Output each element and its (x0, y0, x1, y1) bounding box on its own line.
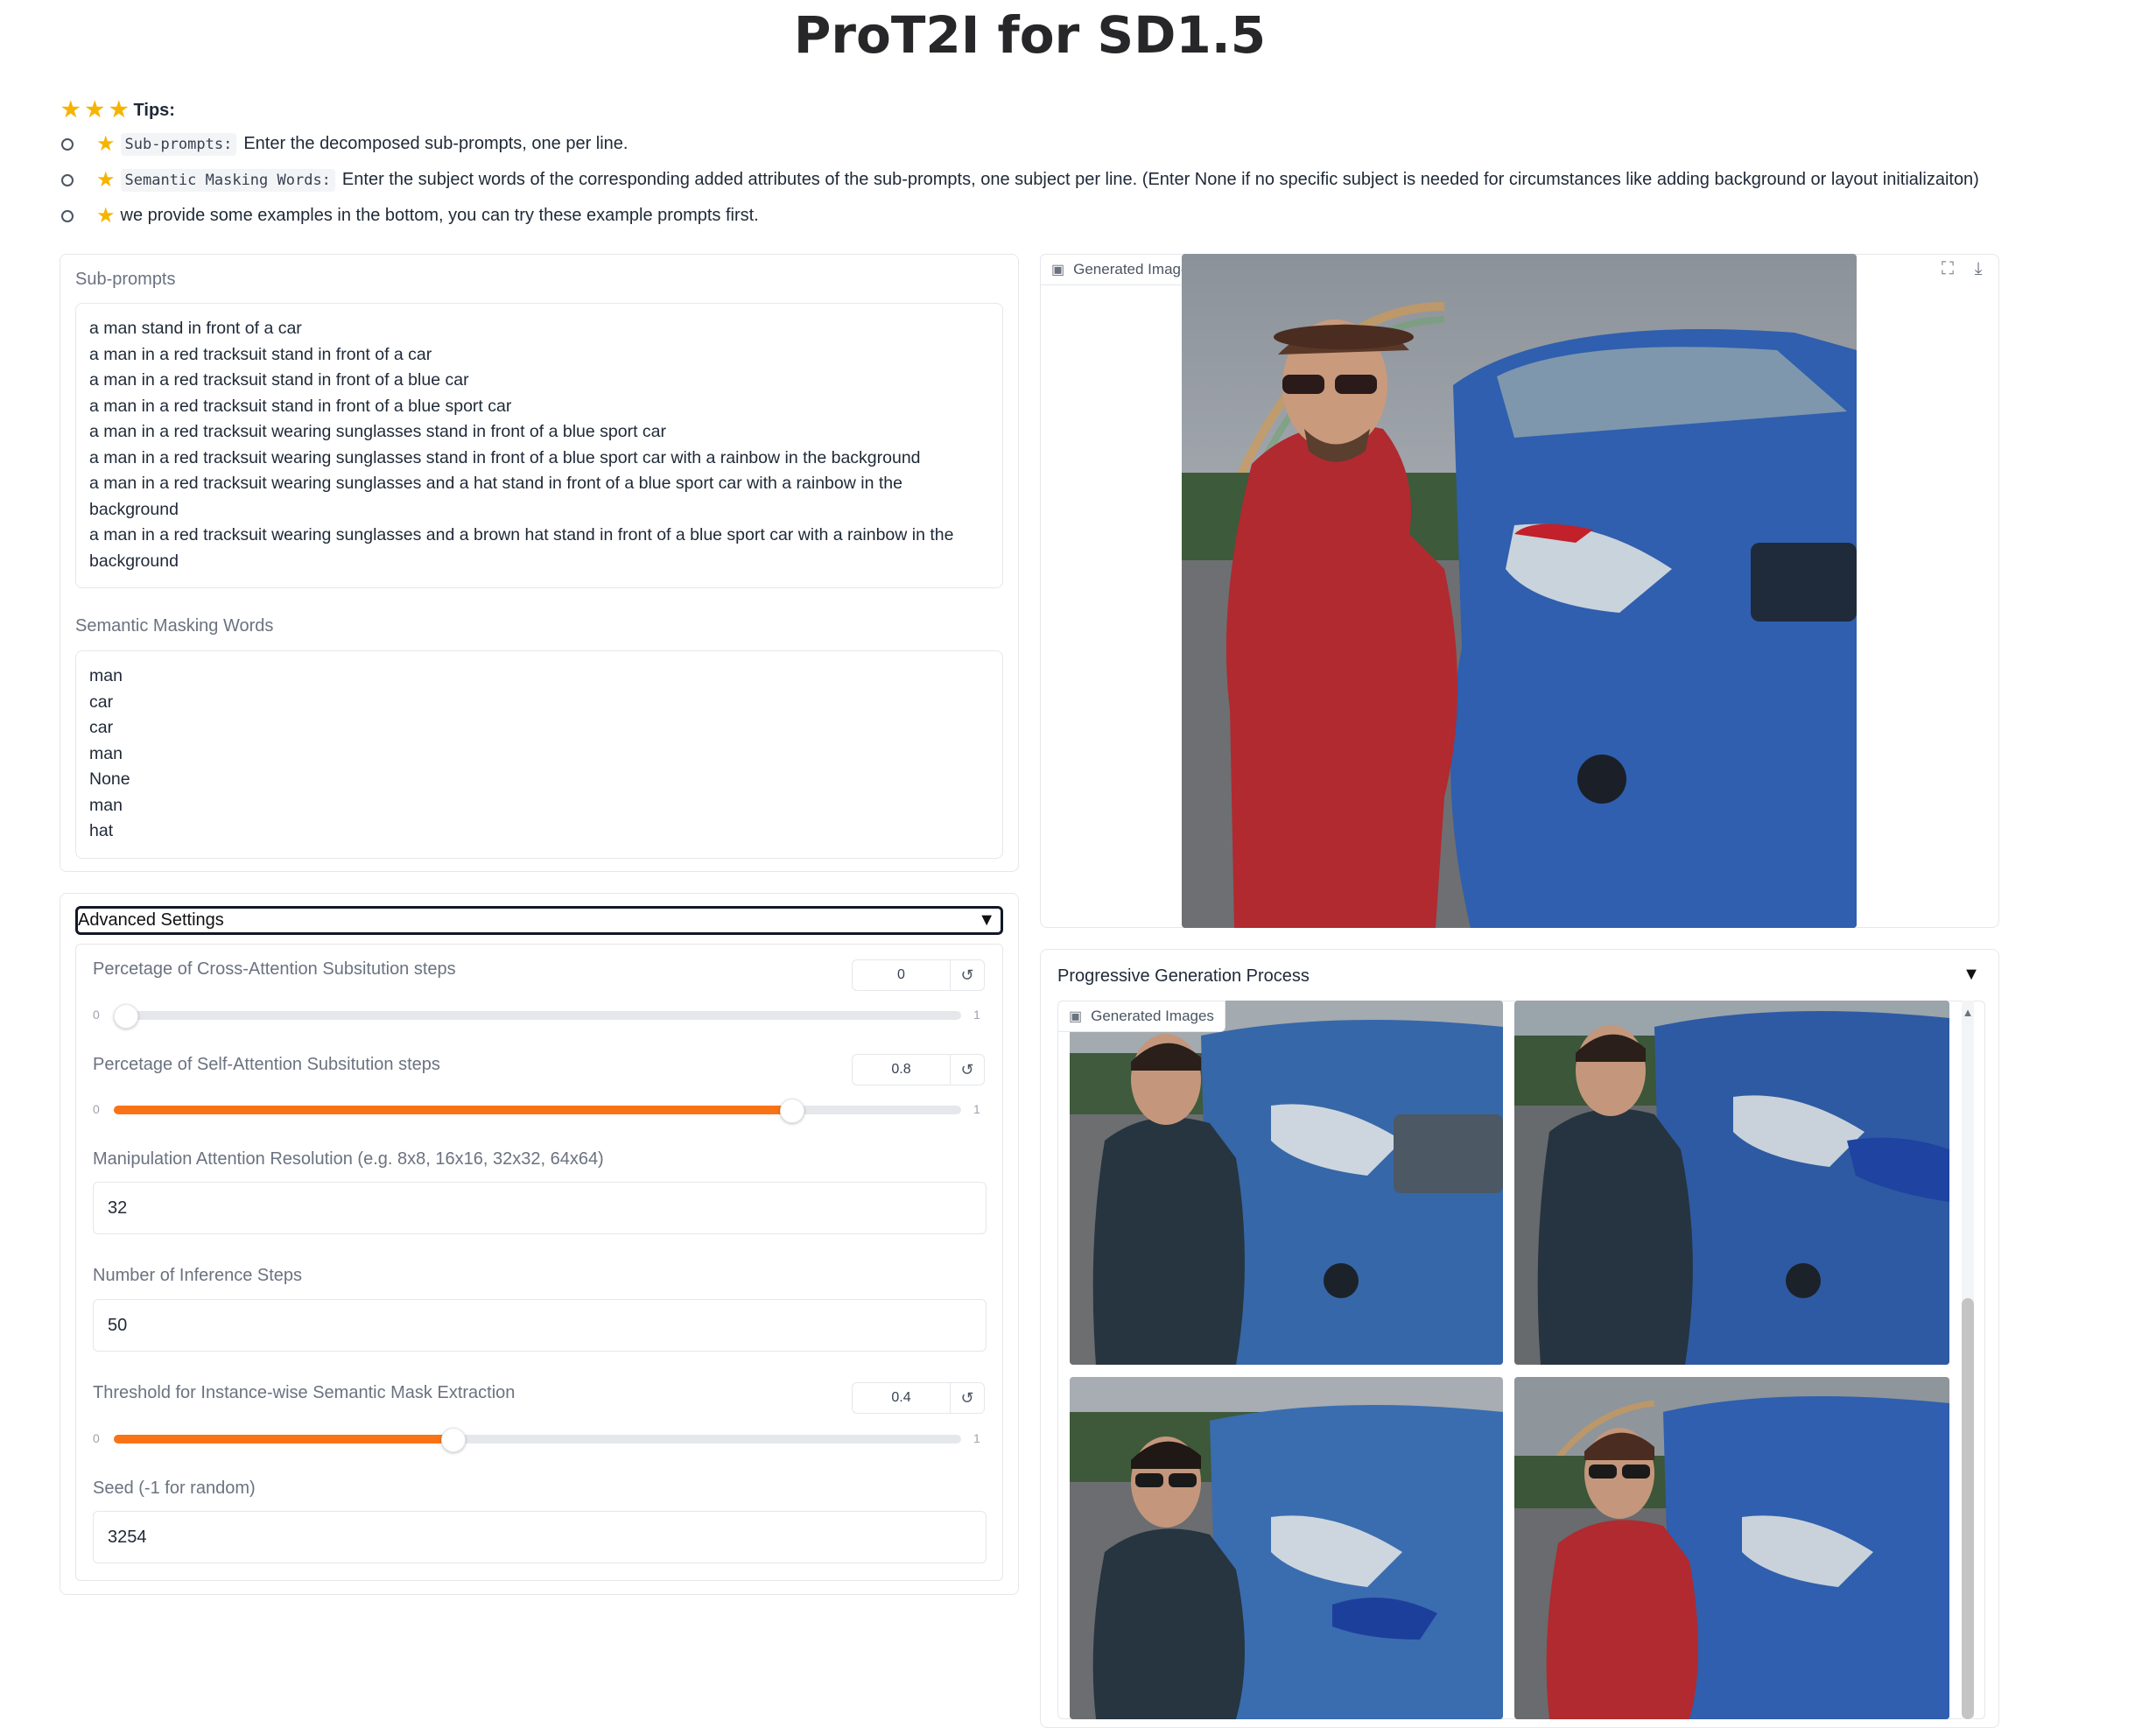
page-title: ProT2I for SD1.5 (793, 5, 1267, 65)
gallery-thumbnail[interactable] (1070, 1377, 1503, 1719)
slider-max: 1 (973, 1431, 980, 1445)
slider-fill (114, 1435, 453, 1444)
slider-thumb[interactable] (441, 1428, 467, 1452)
generated-image (1182, 254, 1857, 928)
inference-steps-input[interactable]: 50 (93, 1299, 987, 1352)
gallery-scrollbar[interactable]: ▲ (1962, 1001, 1974, 1719)
seed-input[interactable]: 3254 (93, 1511, 987, 1563)
tips-list: ★ Sub-prompts: Enter the decomposed sub-… (61, 126, 2075, 234)
slider-min: 0 (93, 1102, 100, 1116)
bullet-icon (61, 137, 74, 151)
tip-item: ★ we provide some examples in the bottom… (61, 198, 2075, 234)
generated-image-badge: ▣ Generated Image (1040, 254, 1201, 285)
threshold-value[interactable]: 0.4 (853, 1383, 951, 1413)
tip-text: Enter the decomposed sub-prompts, one pe… (243, 134, 629, 153)
tips-heading-text: Tips: (133, 100, 175, 120)
cross-attention-slider[interactable] (114, 1004, 961, 1029)
gallery-thumbnail[interactable] (1070, 1001, 1503, 1365)
gallery-badge: ▣ Generated Images (1057, 1001, 1225, 1032)
tip-text: we provide some examples in the bottom, … (120, 206, 759, 225)
subprompts-textarea[interactable]: a man stand in front of a car a man in a… (75, 303, 1003, 588)
star-icon: ★ (96, 131, 116, 156)
slider-min: 0 (93, 1431, 100, 1445)
cross-attention-value[interactable]: 0 (853, 960, 951, 990)
tip-text: Enter the subject words of the correspon… (341, 170, 1979, 189)
gallery-thumbnail[interactable] (1514, 1377, 1949, 1719)
progressive-label: Progressive Generation Process (1057, 966, 1310, 986)
bullet-icon (61, 209, 74, 222)
tip-item: ★ Sub-prompts: Enter the decomposed sub-… (61, 126, 2075, 162)
masking-words-textarea[interactable]: man car car man None man hat (75, 650, 1003, 859)
self-attention-value[interactable]: 0.8 (853, 1055, 951, 1085)
masking-words-label: Semantic Masking Words (75, 616, 274, 636)
bullet-icon (61, 173, 74, 186)
threshold-slider[interactable] (114, 1428, 961, 1452)
scroll-thumb[interactable] (1962, 1298, 1974, 1719)
subprompts-label: Sub-prompts (75, 270, 176, 289)
star-icon: ★ (109, 98, 129, 122)
slider-min: 0 (93, 1008, 100, 1022)
fullscreen-icon[interactable]: ⛶ (1935, 256, 1961, 282)
star-icon: ★ (61, 98, 81, 122)
self-attention-number[interactable]: 0.8 ↺ (852, 1054, 985, 1085)
cross-attention-label: Percetage of Cross-Attention Subsitution… (93, 959, 456, 979)
generated-image-label: Generated Image (1073, 261, 1190, 277)
tip-code: Sub-prompts: (120, 132, 237, 156)
image-icon: ▣ (1051, 263, 1065, 277)
resolution-input[interactable]: 32 (93, 1182, 987, 1234)
cross-attention-number[interactable]: 0 ↺ (852, 959, 985, 991)
reset-icon[interactable]: ↺ (951, 960, 984, 990)
image-icon: ▣ (1069, 1009, 1083, 1024)
tips-heading: ★ ★ ★ Tips: (61, 95, 2075, 126)
caret-down-icon: ▼ (978, 910, 995, 930)
star-icon: ★ (96, 167, 116, 192)
gallery-thumbnail[interactable] (1514, 1001, 1949, 1365)
gallery-label: Generated Images (1091, 1008, 1214, 1024)
slider-max: 1 (973, 1102, 980, 1116)
reset-icon[interactable]: ↺ (951, 1055, 984, 1085)
reset-icon[interactable]: ↺ (951, 1383, 984, 1413)
generated-image-art (1182, 254, 1857, 928)
tips-section: ★ ★ ★ Tips: ★ Sub-prompts: Enter the dec… (61, 95, 2075, 234)
thumbnail-art (1070, 1377, 1503, 1719)
slider-max: 1 (973, 1008, 980, 1022)
seed-label: Seed (-1 for random) (93, 1479, 256, 1498)
tip-item: ★ Semantic Masking Words: Enter the subj… (61, 162, 2075, 198)
self-attention-slider[interactable] (114, 1099, 961, 1123)
scroll-up-icon[interactable]: ▲ (1962, 1006, 1974, 1019)
advanced-settings-toggle[interactable]: Advanced Settings ▼ (75, 906, 1003, 935)
download-icon[interactable]: ⤓ (1965, 256, 1991, 282)
resolution-label: Manipulation Attention Resolution (e.g. … (93, 1149, 604, 1169)
slider-fill (114, 1106, 792, 1114)
star-icon: ★ (96, 203, 116, 228)
thumbnail-art (1514, 1001, 1949, 1365)
threshold-number[interactable]: 0.4 ↺ (852, 1382, 985, 1414)
tip-code: Semantic Masking Words: (120, 168, 335, 192)
threshold-label: Threshold for Instance-wise Semantic Mas… (93, 1383, 516, 1402)
thumbnail-art (1514, 1377, 1949, 1719)
self-attention-label: Percetage of Self-Attention Subsitution … (93, 1055, 440, 1074)
thumbnail-art (1070, 1001, 1503, 1365)
caret-down-icon[interactable]: ▼ (1958, 961, 1984, 987)
star-icon: ★ (85, 98, 105, 122)
inference-steps-label: Number of Inference Steps (93, 1266, 303, 1285)
slider-thumb[interactable] (114, 1004, 138, 1029)
advanced-settings-label: Advanced Settings (78, 910, 224, 930)
